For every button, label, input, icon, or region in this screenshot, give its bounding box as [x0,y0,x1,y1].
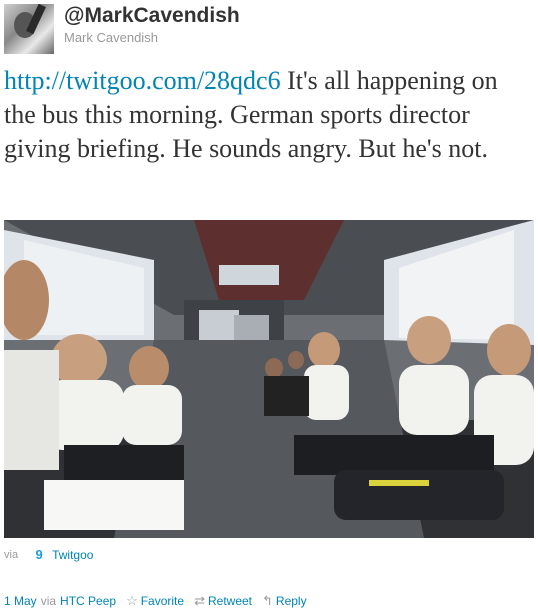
client-link[interactable]: HTC Peep [60,594,116,608]
meta-via-label: via [40,594,57,608]
reply-label: Reply [275,594,307,608]
source-row: via 9 Twitgoo [4,547,93,563]
user-handle[interactable]: @MarkCavendish [64,4,240,28]
retweet-icon: ⇄ [194,593,205,608]
tweet-photo[interactable] [4,220,534,538]
source-via-label: via [4,549,19,561]
tweet-meta: 1 May via HTC Peep ☆ Favorite ⇄ Retweet … [4,593,307,609]
star-icon: ☆ [126,593,138,608]
tweet-text: http://twitgoo.com/28qdc6 It's all happe… [4,64,534,166]
favorite-button[interactable]: ☆ Favorite [126,593,184,609]
twitgoo-link[interactable]: Twitgoo [52,548,93,562]
tweet-link[interactable]: http://twitgoo.com/28qdc6 [4,66,281,95]
bus-interior-image [4,220,534,538]
tweet-date-link[interactable]: 1 May [4,594,37,608]
retweet-button[interactable]: ⇄ Retweet [194,593,252,609]
favorite-label: Favorite [140,594,185,608]
reply-button[interactable]: ↰ Reply [262,593,307,609]
avatar[interactable] [4,4,54,54]
user-fullname: Mark Cavendish [64,30,158,45]
tweet-header: @MarkCavendish Mark Cavendish [4,4,534,54]
retweet-label: Retweet [207,594,253,608]
twitgoo-icon: 9 [35,547,43,562]
reply-icon: ↰ [262,593,273,608]
